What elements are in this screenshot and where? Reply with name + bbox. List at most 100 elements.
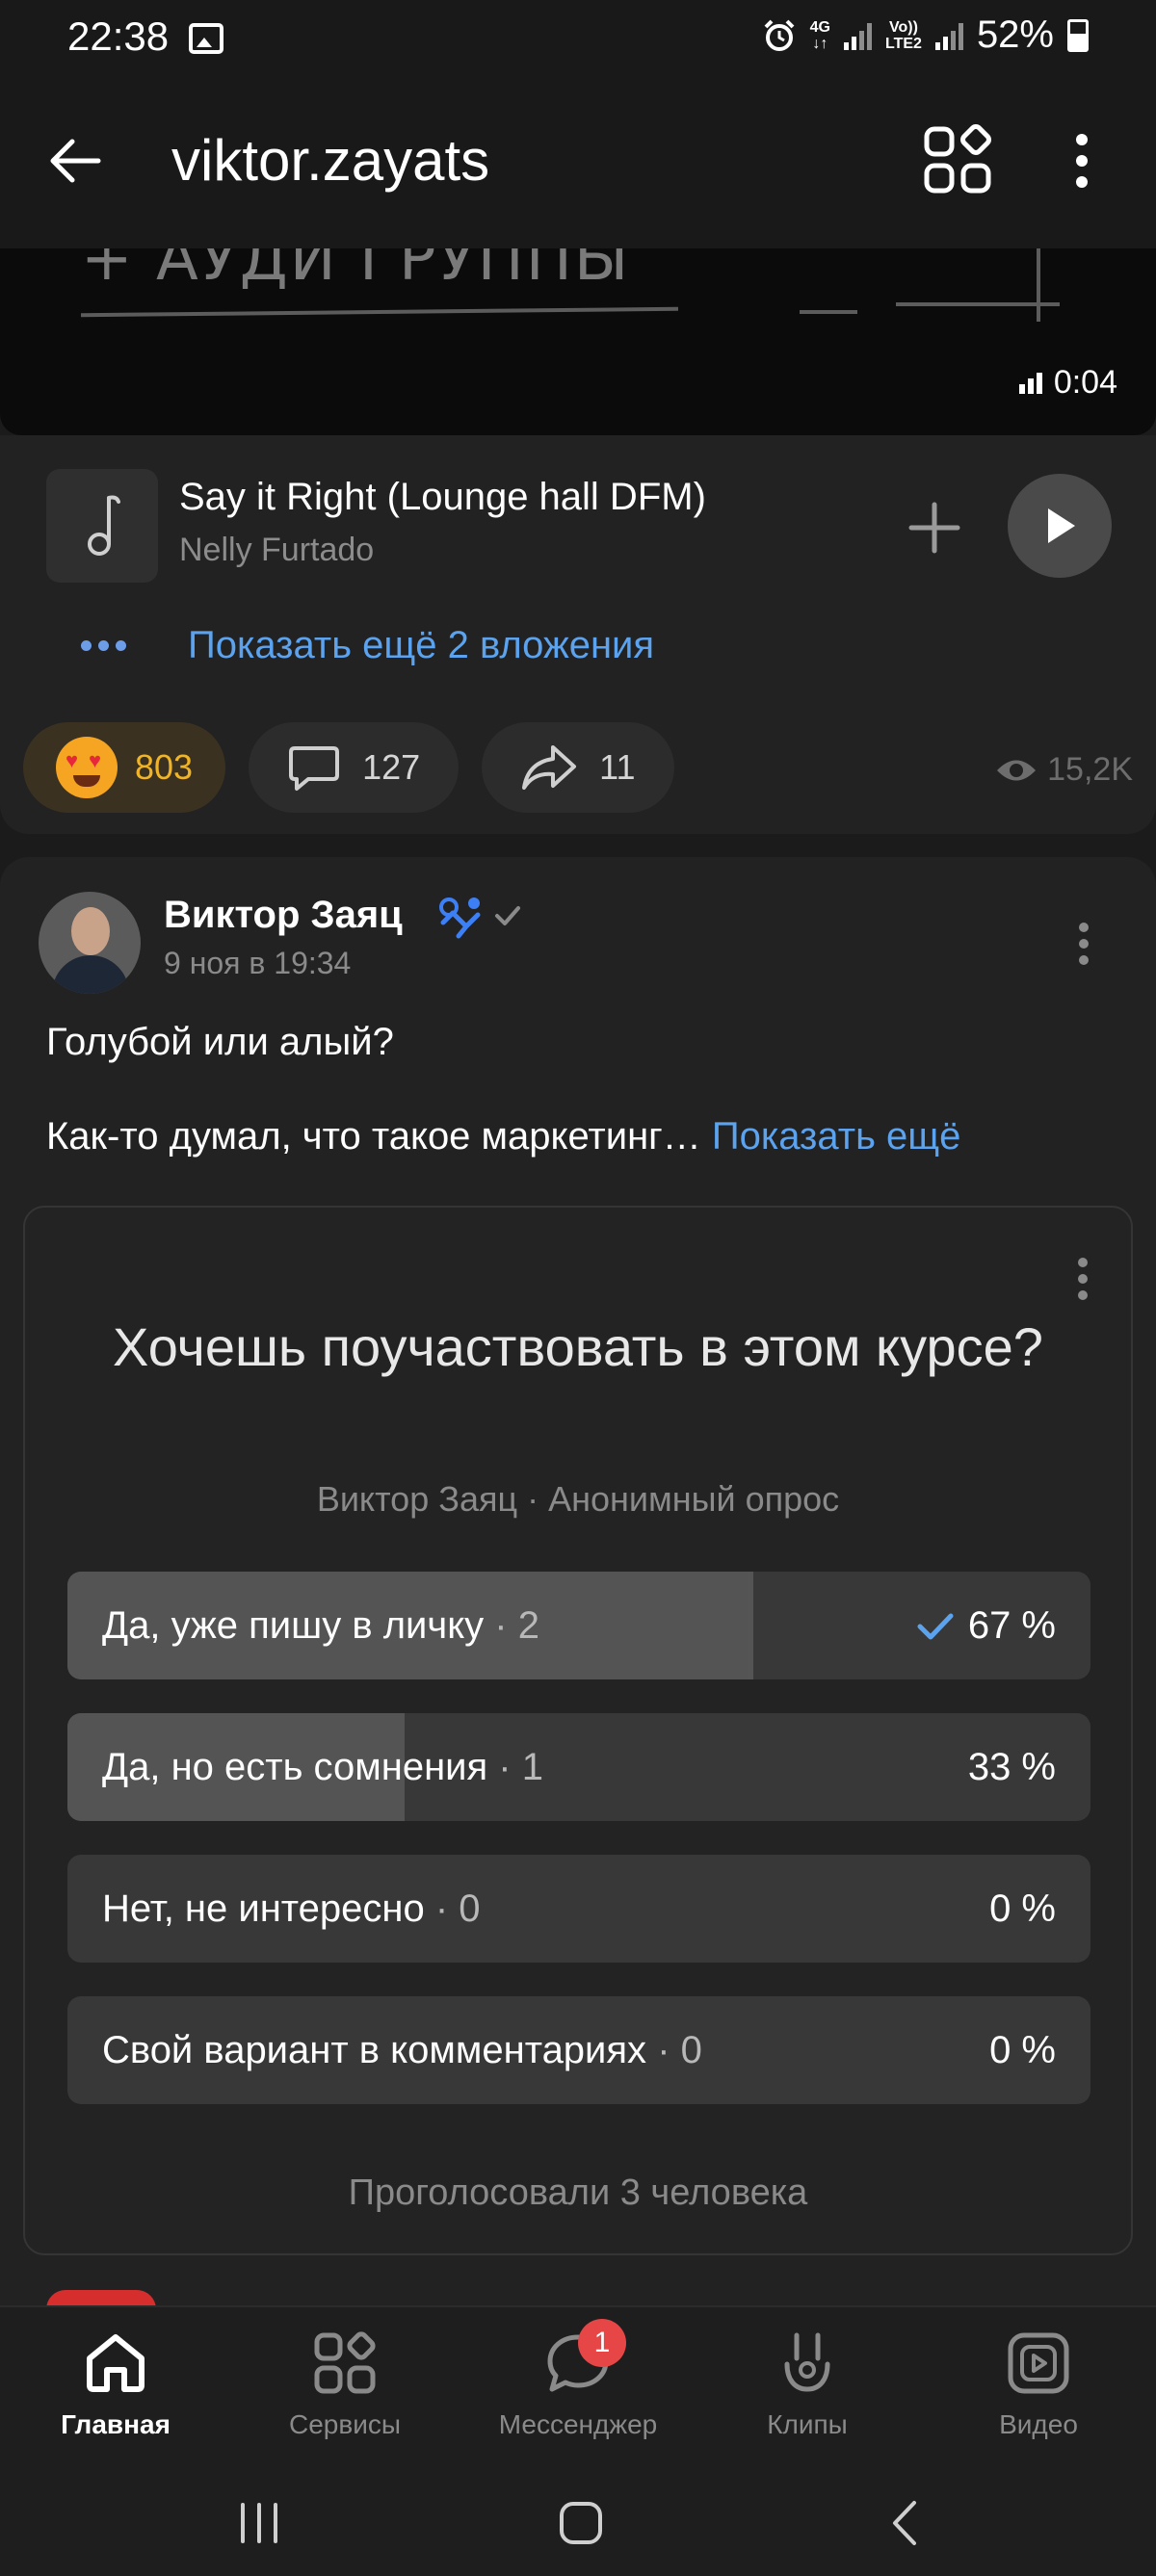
verified-icon (495, 906, 520, 925)
alarm-icon (764, 19, 795, 51)
video-overlay-text: + АУДИ ГРУППЫ (81, 248, 631, 295)
poll-option-percent: 33 % (967, 1746, 1056, 1788)
post-text-line1: Голубой или алый? (46, 1021, 394, 1063)
recent-apps-button[interactable] (225, 2494, 293, 2552)
post-card: Say it Right (Lounge hall DFM) Nelly Fur… (0, 435, 1156, 834)
services-grid-button[interactable] (921, 123, 994, 196)
clips-icon (784, 2332, 830, 2392)
poll: Хочешь поучаствовать в этом курсе? Викто… (23, 1206, 1133, 2255)
plus-icon (908, 502, 960, 554)
nav-services-label: Сервисы (288, 2409, 401, 2439)
network-type: 4G ↓↑ (809, 18, 830, 52)
signal-2-icon (934, 21, 963, 50)
author-avatar[interactable] (39, 892, 141, 994)
video-icon (1008, 2332, 1069, 2394)
poll-menu-button[interactable] (1073, 1250, 1092, 1308)
signal-1-icon (844, 21, 872, 50)
nav-home-label: Главная (61, 2409, 171, 2439)
poll-option-percent: 0 % (989, 2029, 1056, 2071)
more-options-button[interactable] (1060, 127, 1104, 195)
nav-services[interactable]: Сервисы (239, 2321, 451, 2465)
comments-button[interactable]: 127 (249, 722, 460, 813)
nav-messenger[interactable]: 1 Мессенджер (472, 2319, 684, 2465)
poll-option-count: · 2 (494, 1604, 539, 1647)
music-note-icon (88, 495, 120, 556)
poll-option-count: · 1 (498, 1746, 543, 1788)
show-more-attachments-label: Показать ещё 2 вложения (188, 624, 655, 666)
nav-video[interactable]: Видео (933, 2321, 1144, 2465)
comment-count: 127 (362, 747, 421, 787)
poll-option[interactable]: Нет, не интересно · 0 0 % (67, 1855, 1090, 1963)
grid-icon (924, 124, 991, 194)
chevron-left-icon (893, 2501, 916, 2545)
back-button[interactable] (40, 127, 108, 195)
poll-option[interactable]: Свой вариант в комментариях · 0 0 % (67, 1996, 1090, 2104)
app-header: viktor.zayats (0, 77, 1156, 248)
eye-icon (997, 760, 1037, 780)
nav-messenger-label: Мессенджер (498, 2409, 658, 2439)
recent-apps-icon (241, 2503, 277, 2543)
views-counter: 15,2K (995, 751, 1133, 789)
poll-question: Хочешь поучаствовать в этом курсе? (113, 1316, 1043, 1377)
home-square-icon (560, 2502, 602, 2544)
home-icon (87, 2334, 144, 2392)
volte-label: Vo)) LTE2 (885, 18, 922, 52)
checkmark-icon (917, 1613, 954, 1639)
status-bar: 22:38 4G ↓↑ Vo)) LTE2 52% (0, 0, 1156, 77)
image-notification-icon (189, 23, 223, 54)
status-icons: 4G ↓↑ Vo)) LTE2 52% (762, 13, 1089, 57)
system-navigation (0, 2469, 1156, 2576)
poll-option-count: · 0 (434, 1887, 481, 1930)
poll-option-label: Да, но есть сомнения (102, 1746, 488, 1788)
arrow-left-icon (50, 139, 101, 183)
poll-option-percent: 67 % (967, 1604, 1056, 1647)
like-button[interactable]: ♥ ♥ 803 (23, 722, 226, 813)
bottom-navigation: Главная Сервисы 1 Мессенджер Клипы Видео (0, 2305, 1156, 2469)
author-badge-icon (439, 898, 481, 939)
author-name[interactable]: Виктор Заяц (164, 894, 403, 937)
status-time: 22:38 (67, 13, 170, 59)
post-actions: ♥ ♥ 803 127 11 (23, 722, 674, 813)
play-button[interactable] (1008, 474, 1112, 578)
poll-option-label: Нет, не интересно (102, 1887, 425, 1930)
post-card-poll: Виктор Заяц 9 ноя в 19:34 Голубой или ал… (0, 857, 1156, 2321)
poll-meta: Виктор Заяц · Анонимный опрос (316, 1479, 840, 1519)
poll-footer: Проголосовали 3 человека (348, 2173, 808, 2213)
nav-home[interactable]: Главная (10, 2321, 222, 2465)
home-system-button[interactable] (547, 2494, 615, 2552)
poll-option-percent: 0 % (989, 1887, 1056, 1930)
post-menu-button[interactable] (1067, 915, 1100, 973)
audio-cover (46, 469, 158, 583)
audio-artist[interactable]: Nelly Furtado (179, 532, 374, 569)
poll-option[interactable]: Да, но есть сомнения · 1 33 % (67, 1713, 1090, 1821)
messenger-badge: 1 (578, 2319, 626, 2367)
add-audio-button[interactable] (906, 499, 963, 557)
poll-option-count: · 0 (657, 2029, 702, 2071)
share-icon (522, 745, 577, 790)
show-more-link[interactable]: Показать ещё (712, 1115, 961, 1158)
ellipsis-icon (81, 640, 126, 651)
nav-clips[interactable]: Клипы (701, 2321, 913, 2465)
nav-clips-label: Клипы (767, 2409, 848, 2439)
comment-icon (289, 746, 340, 791)
heart-eyes-emoji-icon: ♥ ♥ (56, 737, 118, 798)
poll-option-label: Свой вариант в комментариях (102, 2029, 647, 2071)
video-player[interactable]: + АУДИ ГРУППЫ 0:04 (0, 248, 1156, 435)
post-date: 9 ноя в 19:34 (164, 946, 352, 980)
nav-video-label: Видео (999, 2409, 1078, 2439)
show-more-attachments[interactable]: Показать ещё 2 вложения (81, 624, 654, 667)
battery-percent: 52% (976, 13, 1054, 56)
services-icon (314, 2331, 376, 2394)
poll-option[interactable]: Да, уже пишу в личку · 2 67 % (67, 1572, 1090, 1679)
like-count: 803 (135, 747, 194, 787)
audio-title[interactable]: Say it Right (Lounge hall DFM) (179, 476, 706, 519)
back-system-button[interactable] (871, 2494, 938, 2552)
play-icon (1048, 508, 1075, 543)
share-count: 11 (599, 747, 636, 787)
views-count: 15,2K (1047, 751, 1133, 788)
share-button[interactable]: 11 (482, 722, 674, 813)
post-text-line2: Как-то думал, что такое маркетинг… Показ… (46, 1115, 961, 1158)
video-duration: 0:04 (1018, 364, 1117, 402)
battery-icon (1067, 18, 1089, 52)
quality-icon (1018, 372, 1042, 394)
